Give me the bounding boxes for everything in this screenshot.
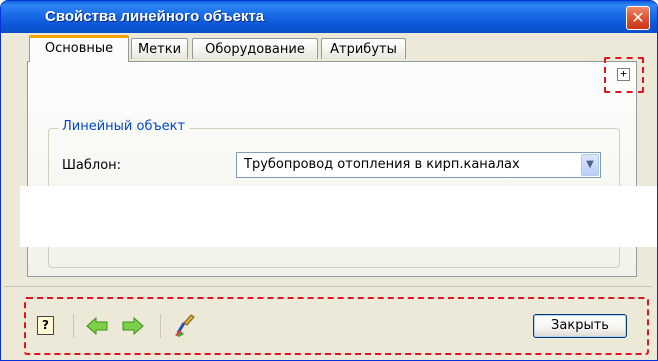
close-button-label: Закрыть bbox=[551, 318, 609, 333]
close-icon: ✕ bbox=[631, 8, 645, 27]
tab-labels[interactable]: Метки bbox=[131, 38, 188, 59]
window-title: Свойства линейного объекта bbox=[45, 8, 265, 25]
tab-attributes-label: Атрибуты bbox=[330, 42, 397, 57]
close-button[interactable]: Закрыть bbox=[533, 314, 627, 338]
help-icon[interactable]: ? bbox=[37, 316, 54, 335]
tab-equipment[interactable]: Оборудование bbox=[192, 38, 318, 59]
green-arrow-left-icon[interactable] bbox=[86, 316, 108, 336]
template-select-value: Трубопровод отопления в кирп.каналах bbox=[244, 157, 520, 172]
tab-attributes[interactable]: Атрибуты bbox=[321, 38, 406, 59]
green-arrow-right-icon[interactable] bbox=[122, 316, 144, 336]
dropdown-arrow-icon[interactable]: ▼ bbox=[581, 154, 599, 176]
expand-glyph: + bbox=[620, 67, 627, 80]
blank-overlay bbox=[20, 186, 657, 247]
tab-main-label: Основные bbox=[44, 41, 114, 56]
tab-equipment-label: Оборудование bbox=[205, 42, 305, 57]
tab-labels-label: Метки bbox=[137, 42, 182, 57]
footer-divider bbox=[4, 286, 652, 287]
title-bar[interactable]: Свойства линейного объекта ✕ bbox=[1, 1, 657, 33]
group-legend: Линейный объект bbox=[58, 119, 190, 134]
template-label: Шаблон: bbox=[62, 158, 122, 173]
plus-box-icon[interactable]: + bbox=[617, 68, 630, 81]
toolbar-separator bbox=[73, 314, 74, 338]
chevron-down-icon: ▼ bbox=[586, 159, 594, 170]
paint-brush-icon[interactable] bbox=[174, 313, 196, 337]
tab-main[interactable]: Основные bbox=[29, 35, 129, 62]
template-select[interactable]: Трубопровод отопления в кирп.каналах ▼ bbox=[236, 152, 601, 178]
toolbar-separator-2 bbox=[160, 314, 161, 338]
close-window-button[interactable]: ✕ bbox=[626, 6, 650, 30]
help-glyph: ? bbox=[42, 318, 49, 332]
